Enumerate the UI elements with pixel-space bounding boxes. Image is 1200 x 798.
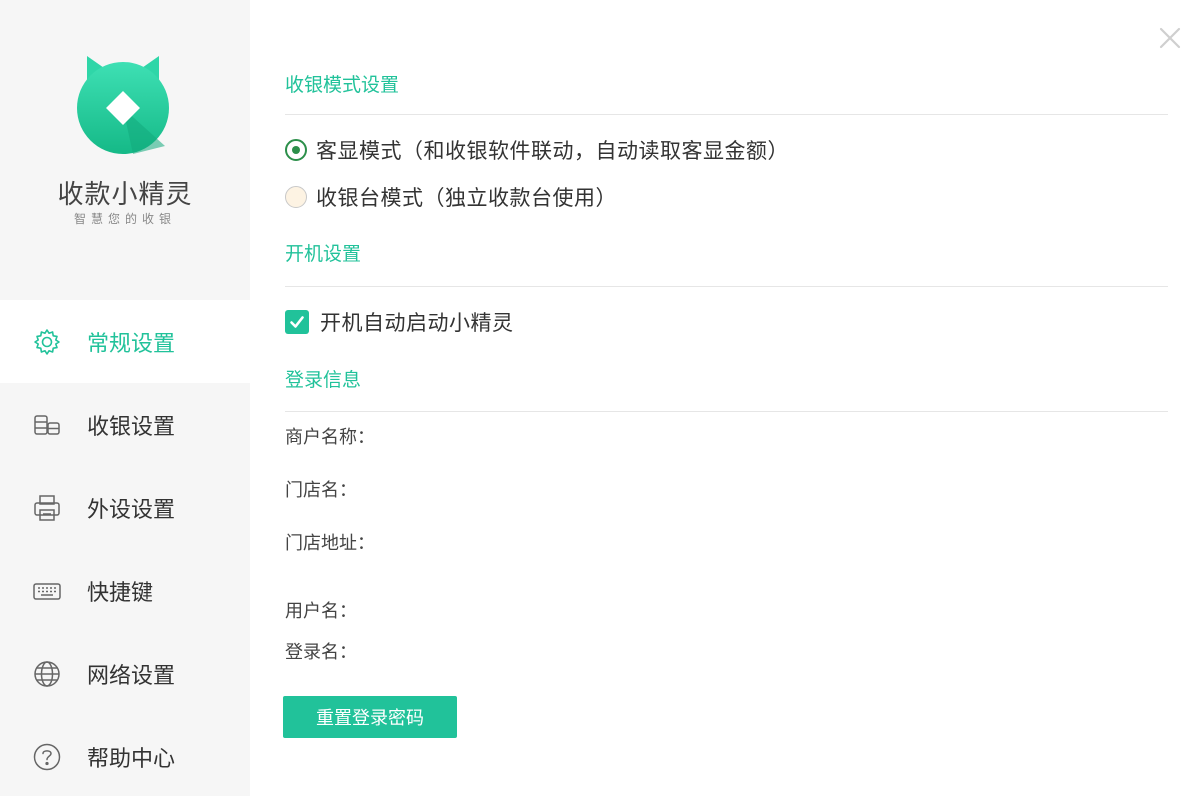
radio-button-selected[interactable]	[285, 139, 307, 161]
sidebar-item-label: 外设设置	[87, 497, 176, 523]
divider	[285, 286, 1168, 287]
app-tagline: 智慧您的收银	[73, 212, 176, 226]
sidebar-item-peripheral-settings[interactable]: 外设设置	[0, 466, 250, 549]
sidebar-item-label: 常规设置	[87, 331, 176, 357]
radio-button[interactable]	[285, 186, 307, 208]
divider	[285, 411, 1168, 412]
username-label: 用户名：	[285, 601, 357, 622]
autostart-checkbox[interactable]	[285, 310, 309, 334]
radio-cashier-desk-mode[interactable]: 收银台模式（独立收款台使用）	[285, 182, 617, 212]
sidebar-item-cashier-settings[interactable]: 收银设置	[0, 383, 250, 466]
globe-icon	[31, 658, 63, 690]
autostart-label: 开机自动启动小精灵	[320, 311, 514, 335]
sidebar-item-general-settings[interactable]: 常规设置	[0, 300, 250, 383]
coins-icon	[31, 409, 63, 441]
sidebar-item-label: 收银设置	[87, 414, 176, 440]
keyboard-icon	[31, 575, 63, 607]
reset-login-password-button[interactable]: 重置登录密码	[283, 696, 457, 738]
username-row: 用户名：	[285, 597, 361, 623]
divider	[285, 114, 1168, 115]
brand-area: 收款小精灵 智慧您的收银	[0, 0, 250, 300]
store-address-label: 门店地址：	[285, 533, 375, 554]
app-logo-icon	[77, 56, 169, 154]
help-icon	[31, 741, 63, 773]
cashier-mode-section-title: 收银模式设置	[285, 74, 400, 96]
settings-panel: 收银模式设置 客显模式（和收银软件联动，自动读取客显金额） 收银台模式（独立收款…	[283, 0, 1170, 796]
store-address-row: 门店地址：	[285, 529, 379, 555]
autostart-checkbox-row[interactable]: 开机自动启动小精灵	[285, 307, 514, 337]
login-name-row: 登录名：	[285, 638, 361, 664]
sidebar-item-label: 快捷键	[87, 580, 154, 606]
radio-label: 客显模式（和收银软件联动，自动读取客显金额）	[316, 139, 789, 163]
merchant-name-row: 商户名称：	[285, 423, 379, 449]
login-name-label: 登录名：	[285, 642, 357, 663]
radio-label: 收银台模式（独立收款台使用）	[316, 186, 617, 210]
store-name-label: 门店名：	[285, 480, 357, 501]
sidebar-item-label: 网络设置	[87, 663, 176, 689]
checkmark-icon	[290, 316, 304, 328]
sidebar-nav: 常规设置 收银设置 外设设置 快捷键 网络设置 帮助中心	[0, 300, 250, 798]
printer-icon	[31, 492, 63, 524]
app-name: 收款小精灵	[57, 180, 193, 210]
merchant-name-label: 商户名称：	[285, 427, 375, 448]
radio-customer-display-mode[interactable]: 客显模式（和收银软件联动，自动读取客显金额）	[285, 135, 789, 165]
sidebar-item-label: 帮助中心	[87, 746, 176, 772]
gear-icon	[31, 326, 63, 358]
sidebar-item-shortcuts[interactable]: 快捷键	[0, 549, 250, 632]
store-name-row: 门店名：	[285, 476, 361, 502]
sidebar: 收款小精灵 智慧您的收银 常规设置 收银设置 外设设置 快捷键 网络设置 帮助中…	[0, 0, 250, 796]
sidebar-item-network-settings[interactable]: 网络设置	[0, 632, 250, 715]
login-info-section-title: 登录信息	[285, 369, 362, 391]
startup-section-title: 开机设置	[285, 243, 362, 265]
sidebar-item-help-center[interactable]: 帮助中心	[0, 715, 250, 798]
